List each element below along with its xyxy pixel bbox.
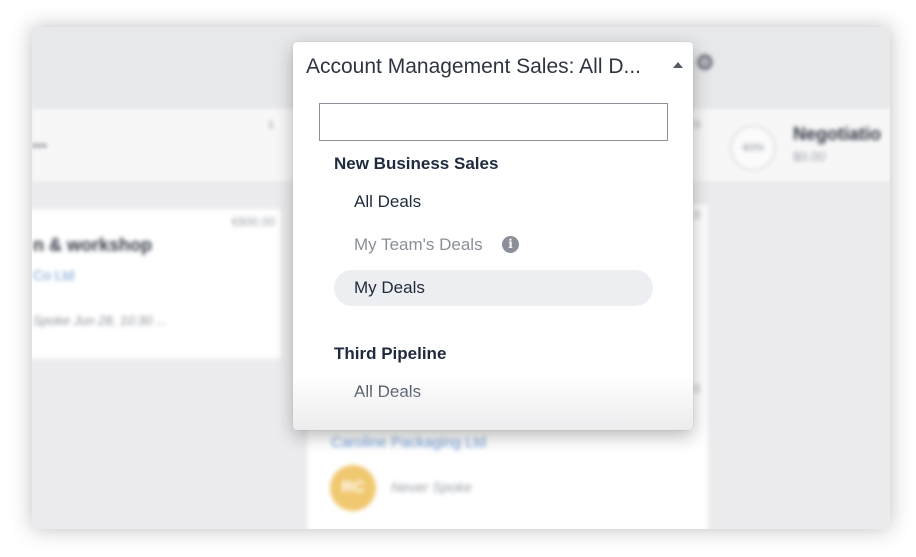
gear-icon[interactable]: ⚙	[695, 53, 717, 75]
deal-organization-link[interactable]: Co Ltd	[33, 267, 74, 283]
option-label: My Deals	[354, 278, 425, 297]
group-title-new-business-sales: New Business Sales	[334, 154, 499, 173]
option-label: All Deals	[354, 192, 422, 211]
option-label: My Team's Deals	[354, 235, 483, 254]
pipeline-selector-button[interactable]: Account Management Sales: All D...	[293, 42, 693, 94]
stage-title: ...	[32, 131, 48, 151]
option-all-deals[interactable]: All Deals	[334, 184, 653, 220]
option-my-deals[interactable]: My Deals	[334, 270, 653, 306]
stage-value: $0.00	[793, 149, 826, 164]
option-all-deals[interactable]: All Deals	[334, 374, 653, 410]
pipeline-filter-dropdown: Account Management Sales: All D... New B…	[293, 42, 693, 430]
caret-up-icon	[673, 62, 683, 68]
deal-amount: 0	[693, 382, 700, 396]
stage-deal-count: 0	[694, 119, 701, 131]
stage-deal-count: 1	[268, 119, 275, 131]
option-my-teams-deals: My Team's Deals i	[334, 227, 653, 263]
group-title-third-pipeline: Third Pipeline	[334, 344, 447, 363]
deal-organization-link[interactable]: Caroline Packaging Ltd	[331, 434, 486, 451]
avatar[interactable]: RC	[330, 465, 376, 511]
info-icon[interactable]: i	[502, 236, 519, 253]
deal-card[interactable]: €800.00 n & workshop Co Ltd Spoke Jun 28…	[32, 208, 282, 360]
pipeline-selector-label: Account Management Sales: All D...	[306, 55, 642, 78]
deal-amount: €800.00	[231, 215, 275, 229]
deal-last-activity: Never Spoke	[391, 479, 472, 495]
option-label: All Deals	[354, 382, 422, 401]
deal-last-activity: Spoke Jun 28, 10:30 ...	[33, 313, 167, 328]
stage-probability-badge: 40%	[730, 125, 776, 171]
stage-title: Negotiatio	[793, 124, 881, 144]
deal-amount: 0	[693, 208, 700, 222]
deal-title[interactable]: n & workshop	[33, 235, 152, 256]
pipeline-search-input[interactable]	[319, 103, 668, 141]
